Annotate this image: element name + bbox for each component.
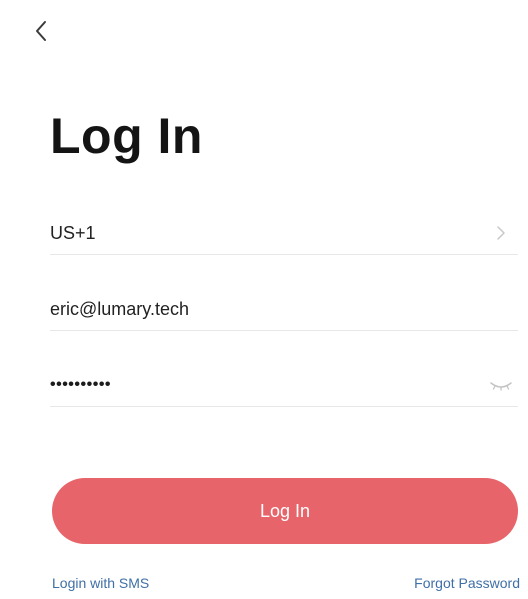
password-input[interactable]: •••••••••• — [50, 376, 111, 394]
eye-closed-icon[interactable] — [488, 374, 514, 396]
chevron-right-icon — [488, 222, 514, 244]
login-button[interactable]: Log In — [52, 478, 518, 544]
back-button[interactable] — [26, 14, 56, 48]
forgot-password-link[interactable]: Forgot Password — [414, 575, 520, 591]
page-title: Log In — [50, 108, 203, 164]
chevron-left-icon — [36, 21, 46, 41]
country-code-selector[interactable]: US+1 — [50, 212, 518, 255]
login-with-sms-link[interactable]: Login with SMS — [52, 575, 149, 591]
email-field[interactable]: eric@lumary.tech — [50, 288, 518, 331]
password-field[interactable]: •••••••••• — [50, 364, 518, 407]
country-code-value: US+1 — [50, 222, 96, 243]
email-input[interactable]: eric@lumary.tech — [50, 299, 189, 320]
